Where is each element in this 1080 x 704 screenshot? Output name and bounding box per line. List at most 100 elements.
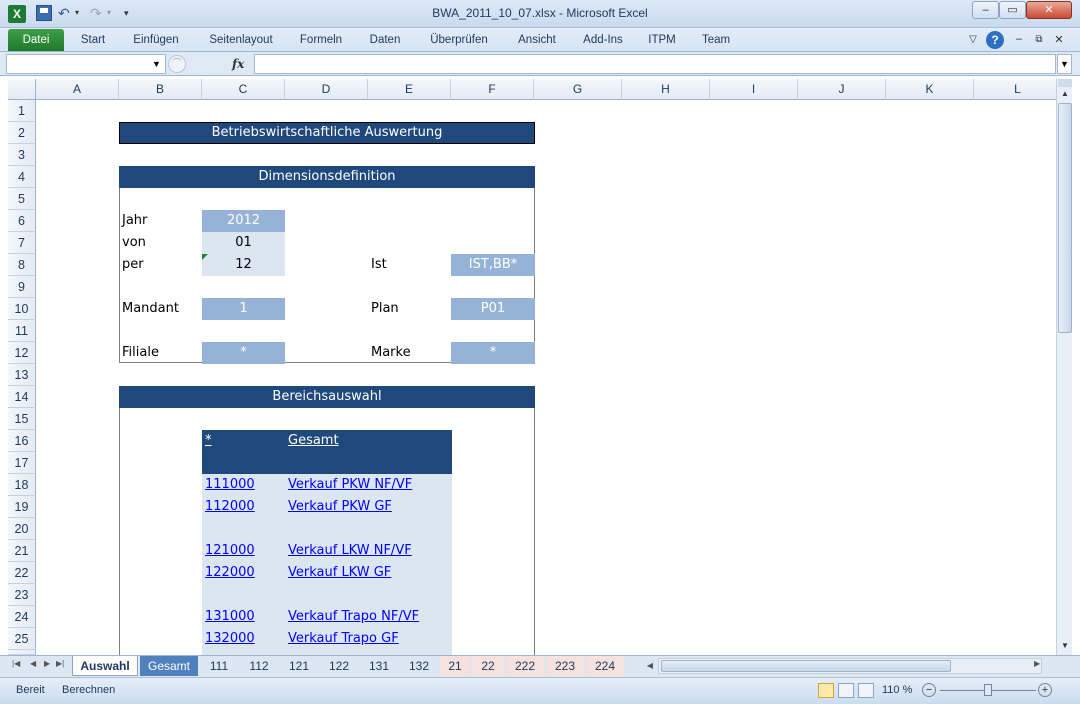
row-header-17[interactable]: 17 [8,452,36,474]
expand-handle-icon[interactable]: ⌒ [168,55,186,73]
filiale-label[interactable]: Filiale [122,342,159,364]
sheet-tab-224[interactable]: 224 [586,656,624,676]
workbook-close-icon[interactable]: ✕ [1052,33,1066,47]
bereich-label-link[interactable]: Verkauf Trapo NF/VF [288,606,419,628]
zoom-level[interactable]: 110 % [882,684,912,696]
row-header-19[interactable]: 19 [8,496,36,518]
select-all-corner[interactable] [8,79,36,100]
row-header-18[interactable]: 18 [8,474,36,496]
tab-ueberpruefen[interactable]: Überprüfen [420,28,498,52]
row-header-16[interactable]: 16 [8,430,36,452]
row-header-4[interactable]: 4 [8,166,36,188]
tab-start[interactable]: Start [72,28,114,52]
sheet-tab-223[interactable]: 223 [546,656,584,676]
plan-label[interactable]: Plan [371,298,399,320]
help-icon[interactable]: ? [986,31,1004,49]
close-button[interactable]: ✕ [1026,1,1072,19]
bereich-code-link[interactable]: 122000 [205,562,255,584]
workbook-minimize-icon[interactable]: – [1012,33,1026,47]
formula-expand-icon[interactable]: ▼ [1057,54,1072,74]
tab-formeln[interactable]: Formeln [292,28,350,52]
first-sheet-icon[interactable]: |◀ [12,659,20,668]
bereich-code-link[interactable]: 111000 [205,474,255,496]
sheet-tab-gesamt[interactable]: Gesamt [140,656,198,676]
column-header-g[interactable]: G [534,79,622,100]
bereich-code-link[interactable]: 132000 [205,628,255,650]
row-header-6[interactable]: 6 [8,210,36,232]
filiale-input[interactable]: * [202,342,285,364]
scroll-up-icon[interactable]: ▲ [1058,87,1072,101]
von-input[interactable]: 01 [202,232,285,254]
ist-input[interactable]: IST,BB* [451,254,535,276]
column-header-h[interactable]: H [622,79,710,100]
row-header-12[interactable]: 12 [8,342,36,364]
sheet-tab-132[interactable]: 132 [400,656,438,676]
zoom-out-icon[interactable]: − [922,683,936,697]
per-label[interactable]: per [122,254,144,276]
prev-sheet-icon[interactable]: ◀ [30,659,36,668]
bereich-code-link[interactable]: 112000 [205,496,255,518]
report-title[interactable]: Betriebswirtschaftliche Auswertung [119,122,535,144]
sheet-tab-auswahl[interactable]: Auswahl [72,656,138,676]
bereich-label-link[interactable]: Verkauf Trapo GF [288,628,399,650]
marke-label[interactable]: Marke [371,342,411,364]
page-break-view-icon[interactable] [858,683,874,698]
bereich-code-link[interactable]: 131000 [205,606,255,628]
row-header-9[interactable]: 9 [8,276,36,298]
tab-add-ins[interactable]: Add-Ins [576,28,630,52]
last-sheet-icon[interactable]: ▶| [56,659,64,668]
bereich-code-link[interactable]: 121000 [205,540,255,562]
row-header-2[interactable]: 2 [8,122,36,144]
column-header-d[interactable]: D [285,79,368,100]
row-header-13[interactable]: 13 [8,364,36,386]
sheet-tab-222[interactable]: 222 [506,656,544,676]
per-input[interactable]: 12 [202,254,285,276]
row-header-20[interactable]: 20 [8,518,36,540]
sheet-tab-121[interactable]: 121 [280,656,318,676]
status-calculate[interactable]: Berechnen [62,684,115,696]
row-header-23[interactable]: 23 [8,584,36,606]
spreadsheet-grid[interactable]: A B C D E F G H I J K L 1 2 3 4 5 6 7 8 … [8,79,1056,655]
bereich-all-label[interactable]: Gesamt [288,430,339,452]
mandant-label[interactable]: Mandant [122,298,179,320]
column-header-c[interactable]: C [202,79,285,100]
zoom-in-icon[interactable]: + [1038,683,1052,697]
tab-split-handle[interactable]: ◀ [644,659,656,673]
horizontal-scroll-thumb[interactable] [661,660,951,672]
bereich-all-code[interactable]: * [205,430,212,452]
column-header-b[interactable]: B [119,79,202,100]
next-sheet-icon[interactable]: ▶ [44,659,50,668]
row-header-3[interactable]: 3 [8,144,36,166]
horizontal-scrollbar[interactable] [658,658,1042,674]
tab-daten[interactable]: Daten [362,28,408,52]
name-box-dropdown-icon[interactable]: ▼ [152,57,162,71]
row-header-11[interactable]: 11 [8,320,36,342]
bereich-label-link[interactable]: Verkauf PKW GF [288,496,392,518]
ribbon-collapse-icon[interactable]: ▽ [966,33,980,47]
scroll-thumb[interactable] [1058,103,1072,333]
bereich-header[interactable]: Bereichsauswahl [119,386,535,408]
formula-input[interactable] [254,54,1056,74]
marke-input[interactable]: * [451,342,535,364]
sheet-tab-122[interactable]: 122 [320,656,358,676]
column-header-j[interactable]: J [798,79,886,100]
von-label[interactable]: von [122,232,146,254]
row-header-22[interactable]: 22 [8,562,36,584]
ist-label[interactable]: Ist [371,254,387,276]
name-box[interactable] [6,54,166,74]
plan-input[interactable]: P01 [451,298,535,320]
vertical-scrollbar[interactable]: ▲ ▼ [1056,79,1072,655]
normal-view-icon[interactable] [818,683,834,698]
row-header-24[interactable]: 24 [8,606,36,628]
sheet-tab-131[interactable]: 131 [360,656,398,676]
dimensions-header[interactable]: Dimensionsdefinition [119,166,535,188]
minimize-button[interactable]: – [972,1,999,19]
sheet-tab-21[interactable]: 21 [440,656,470,676]
scroll-right-icon[interactable]: ▶ [1034,659,1040,668]
column-header-a[interactable]: A [36,79,119,100]
row-header-5[interactable]: 5 [8,188,36,210]
sheet-tab-22[interactable]: 22 [472,656,504,676]
tab-datei[interactable]: Datei [8,29,64,51]
scroll-split-handle[interactable] [1058,79,1072,87]
row-header-15[interactable]: 15 [8,408,36,430]
